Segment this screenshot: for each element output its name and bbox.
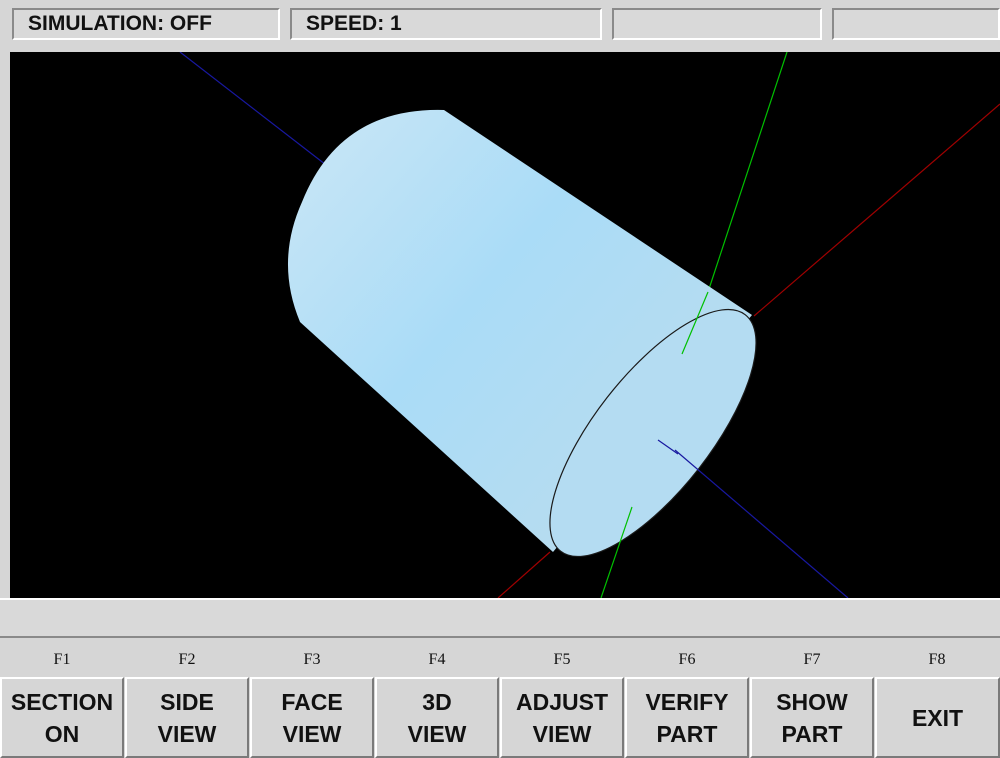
side-view-label-1: SIDE <box>160 688 214 715</box>
show-part-button[interactable]: SHOW PART <box>750 677 874 758</box>
function-key-labels: F1 F2 F3 F4 F5 F6 F7 F8 <box>0 645 1000 675</box>
3d-viewport[interactable] <box>10 52 1000 598</box>
side-view-label-2: VIEW <box>157 720 217 747</box>
fkey-label-f3: F3 <box>303 651 321 668</box>
exit-button[interactable]: EXIT <box>875 677 1000 758</box>
fkey-label-f6: F6 <box>678 651 696 668</box>
simulation-status: SIMULATION: OFF <box>12 8 280 40</box>
exit-label: EXIT <box>911 704 964 731</box>
fkey-label-f1: F1 <box>53 651 71 668</box>
show-part-label-1: SHOW <box>776 688 848 715</box>
verify-part-label-2: PART <box>656 720 718 747</box>
verify-part-button[interactable]: VERIFY PART <box>625 677 749 758</box>
message-bar <box>0 598 1000 638</box>
x-axis <box>753 103 1000 317</box>
fkey-label-f2: F2 <box>178 651 196 668</box>
z-axis <box>179 52 331 169</box>
status-field-3 <box>612 8 822 40</box>
verify-part-label-1: VERIFY <box>645 688 729 715</box>
face-view-label-2: VIEW <box>282 720 342 747</box>
3d-view-label-1: 3D <box>422 688 452 715</box>
adjust-view-label-1: ADJUST <box>515 688 608 715</box>
face-view-button[interactable]: FACE VIEW <box>250 677 374 758</box>
section-on-label-2: ON <box>44 720 80 747</box>
softkey-row: SECTION ON SIDE VIEW FACE VIEW 3D VIEW A… <box>0 677 1000 758</box>
status-field-4 <box>832 8 1000 40</box>
show-part-label-2: PART <box>781 720 843 747</box>
y-axis <box>707 52 788 293</box>
status-bar: SIMULATION: OFF SPEED: 1 <box>0 0 1000 50</box>
adjust-view-button[interactable]: ADJUST VIEW <box>500 677 624 758</box>
section-on-label-1: SECTION <box>10 688 114 715</box>
adjust-view-label-2: VIEW <box>532 720 592 747</box>
face-view-label-1: FACE <box>281 688 343 715</box>
3d-view-label-2: VIEW <box>407 720 467 747</box>
fkey-label-f8: F8 <box>928 651 946 668</box>
section-on-button[interactable]: SECTION ON <box>0 677 124 758</box>
viewport-canvas <box>179 52 1000 598</box>
speed-status: SPEED: 1 <box>290 8 602 40</box>
fkey-label-f7: F7 <box>803 651 821 668</box>
fkey-label-f4: F4 <box>428 651 446 668</box>
3d-view-button[interactable]: 3D VIEW <box>375 677 499 758</box>
side-view-button[interactable]: SIDE VIEW <box>125 677 249 758</box>
fkey-label-f5: F5 <box>553 651 571 668</box>
